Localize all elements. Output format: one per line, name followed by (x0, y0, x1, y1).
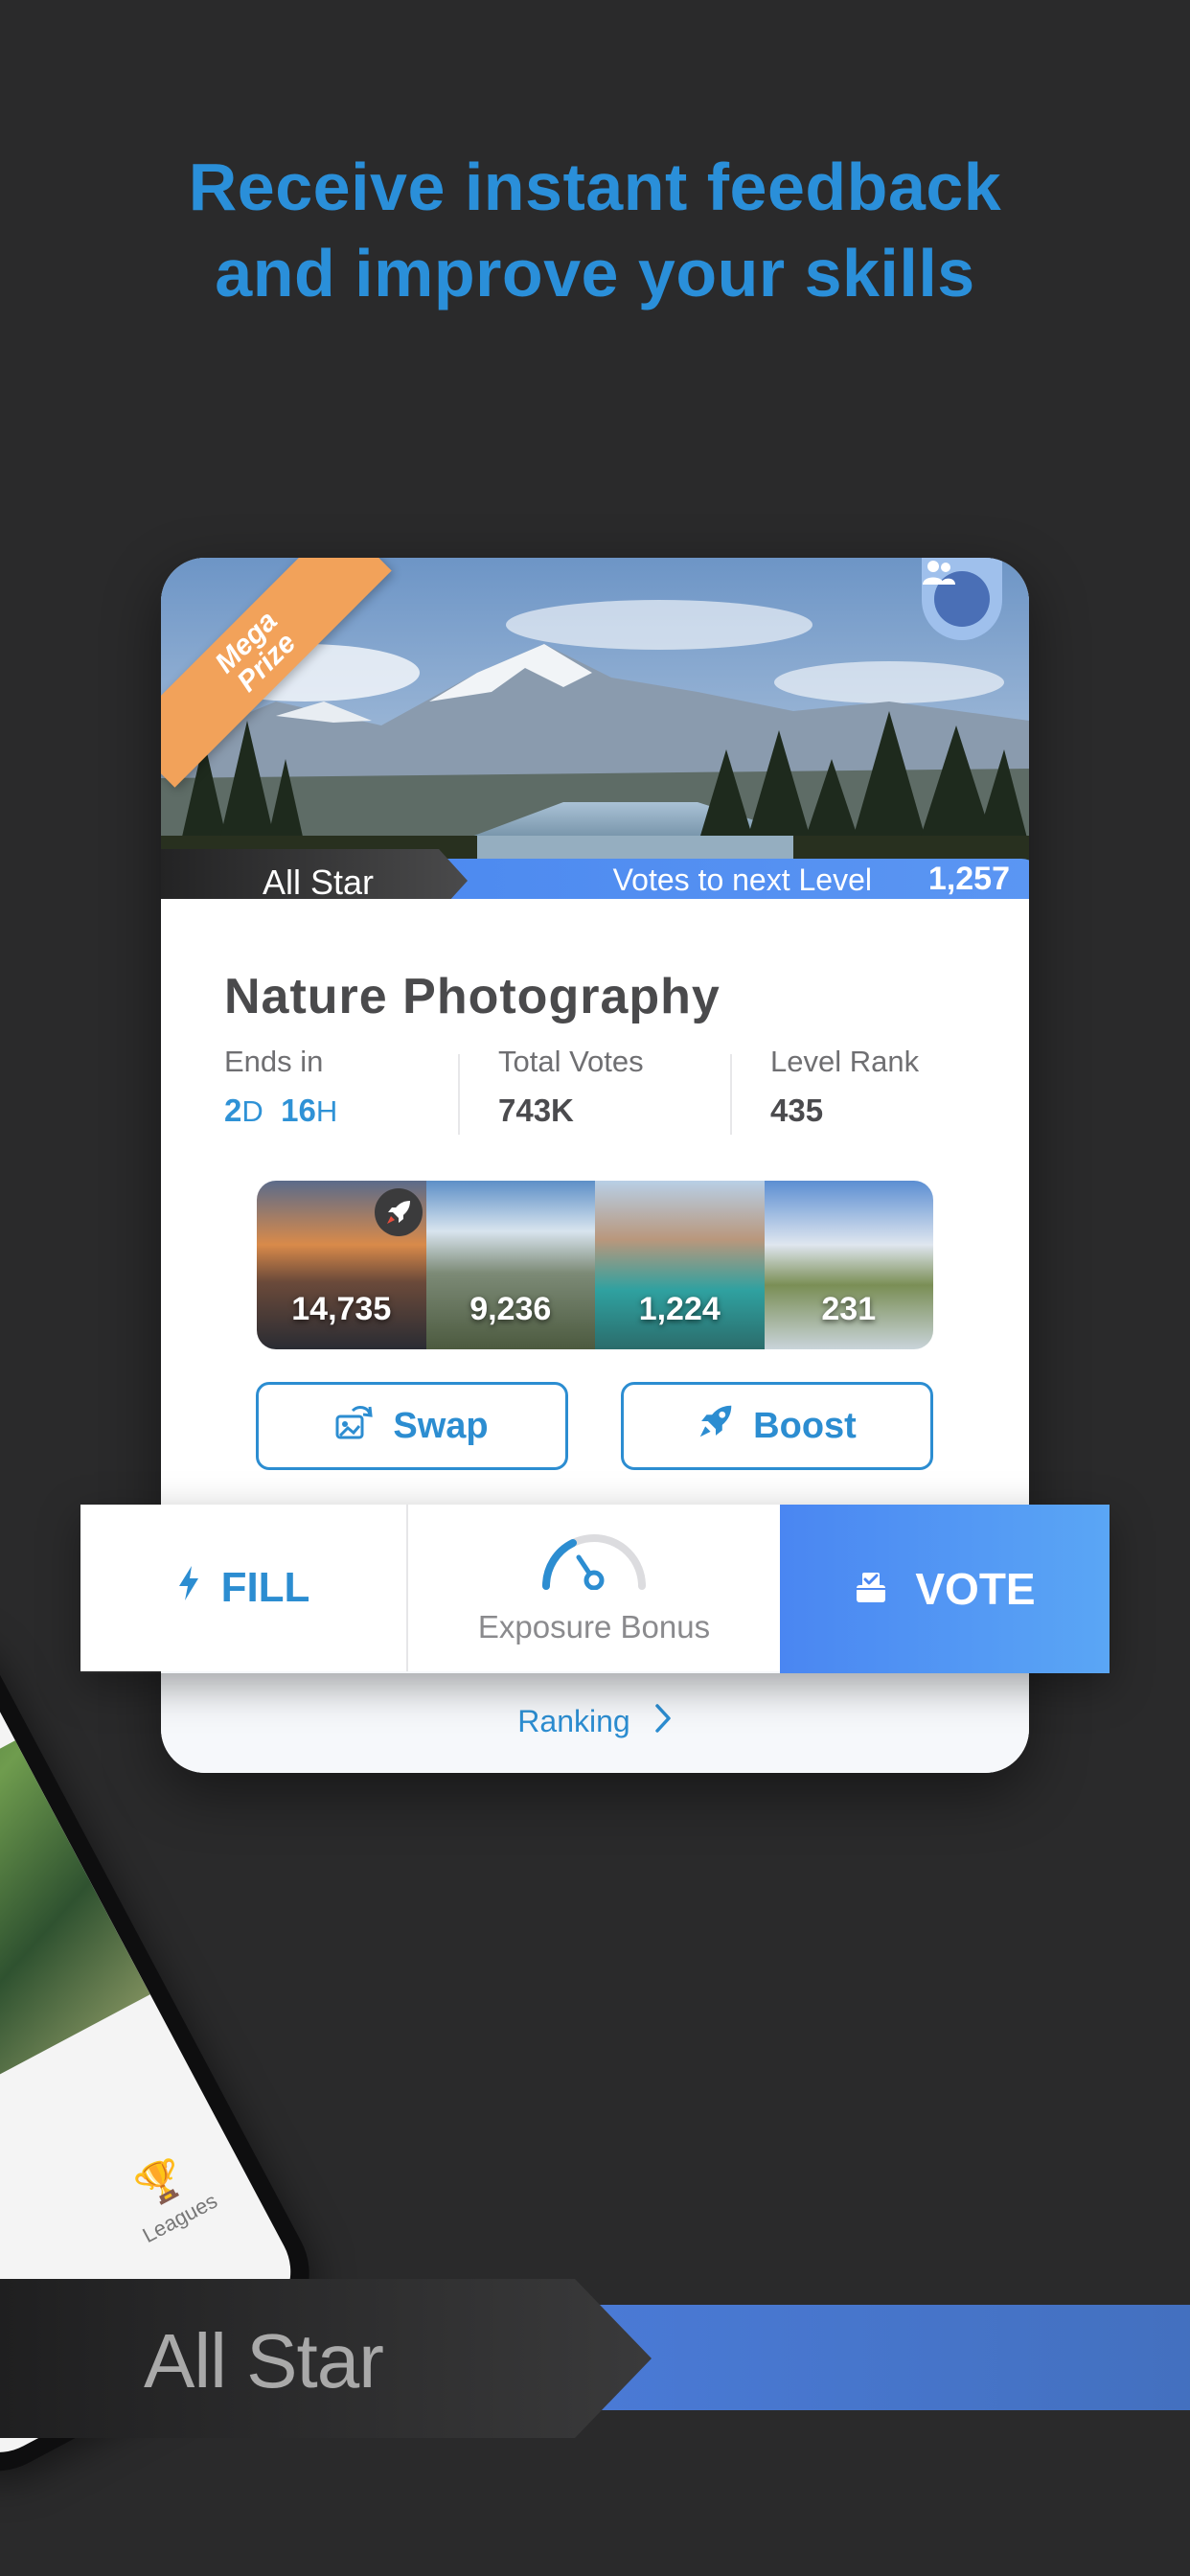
boosted-rocket-icon (374, 1188, 423, 1236)
ends-hours-unit: H (315, 1094, 338, 1128)
votes-to-next-level-label: Votes to next Level (612, 862, 872, 897)
group-badge[interactable] (922, 558, 1002, 640)
headline-line-2: and improve your skills (215, 236, 975, 310)
photo-vote-count: 1,224 (638, 1291, 721, 1327)
group-icon (923, 561, 990, 627)
vote-label: VOTE (915, 1564, 1036, 1614)
total-votes-value: 743K (498, 1092, 574, 1128)
stat-ends-in: Ends in 2D 16H (224, 1045, 337, 1129)
ends-hours: 16 (281, 1092, 316, 1128)
ranking-label: Ranking (517, 1704, 630, 1738)
chevron-right-icon (653, 1703, 673, 1741)
level-rank-value: 435 (770, 1092, 824, 1128)
boost-button[interactable]: Boost (621, 1382, 933, 1470)
total-votes-label: Total Votes (498, 1045, 644, 1078)
level-progress-bar: All Star Votes to next Level 1,257 (161, 849, 1029, 899)
phone-photo (0, 1740, 150, 2173)
photo-vote-count: 231 (821, 1291, 877, 1327)
swap-label: Swap (393, 1405, 489, 1446)
ends-in-label: Ends in (224, 1045, 324, 1078)
lightning-icon (177, 1564, 200, 1612)
boost-label: Boost (753, 1405, 857, 1446)
ranking-link[interactable]: Ranking (161, 1669, 1029, 1773)
exposure-bonus-meter: Exposure Bonus (406, 1505, 780, 1671)
submitted-photo[interactable]: 231 (764, 1181, 933, 1349)
votes-to-next-level-value: 1,257 (927, 861, 1010, 897)
challenge-stats: Ends in 2D 16H Total Votes 743K Level Ra… (224, 1045, 991, 1150)
photo-vote-count: 14,735 (291, 1291, 392, 1327)
fill-button[interactable]: FILL (80, 1505, 406, 1671)
challenge-title: Nature Photography (224, 969, 721, 1024)
vote-action-bar: FILL Exposure Bonus VOTE (80, 1505, 1110, 1673)
swap-icon (335, 1403, 374, 1449)
photo-vote-count: 9,236 (469, 1291, 552, 1327)
submitted-photo[interactable]: 14,735 (257, 1181, 426, 1349)
submitted-photo[interactable]: 1,224 (595, 1181, 765, 1349)
stat-level-rank: Level Rank 435 (770, 1045, 919, 1129)
ends-days: 2 (224, 1092, 242, 1128)
stats-divider (458, 1054, 460, 1135)
stats-divider (730, 1054, 732, 1135)
stat-total-votes: Total Votes 743K (498, 1045, 644, 1129)
bottom-progress-bar (584, 2305, 1190, 2410)
gauge-icon (538, 1530, 650, 1598)
swap-button[interactable]: Swap (256, 1382, 568, 1470)
challenge-cover-photo: Mega Prize All Star Votes to next Level … (161, 558, 1029, 899)
ends-in-value: 2D 16H (224, 1092, 337, 1129)
phone-tab-leagues: 🏆 Leagues (114, 2143, 221, 2247)
level-rank-label: Level Rank (770, 1045, 920, 1078)
fill-label: FILL (220, 1564, 310, 1611)
ends-days-unit: D (241, 1094, 263, 1128)
headline: Receive instant feedback and improve you… (0, 144, 1190, 316)
bottom-level-tag-text: All Star (144, 2318, 384, 2404)
headline-line-1: Receive instant feedback (188, 150, 1002, 224)
level-tag-text: All Star (263, 862, 375, 899)
submitted-photos: 14,735 9,236 1,224 231 (257, 1181, 933, 1349)
ballot-box-icon (854, 1563, 888, 1615)
submitted-photo[interactable]: 9,236 (425, 1181, 595, 1349)
rocket-icon (698, 1403, 734, 1449)
exposure-bonus-label: Exposure Bonus (477, 1609, 711, 1644)
vote-button[interactable]: VOTE (780, 1505, 1110, 1673)
